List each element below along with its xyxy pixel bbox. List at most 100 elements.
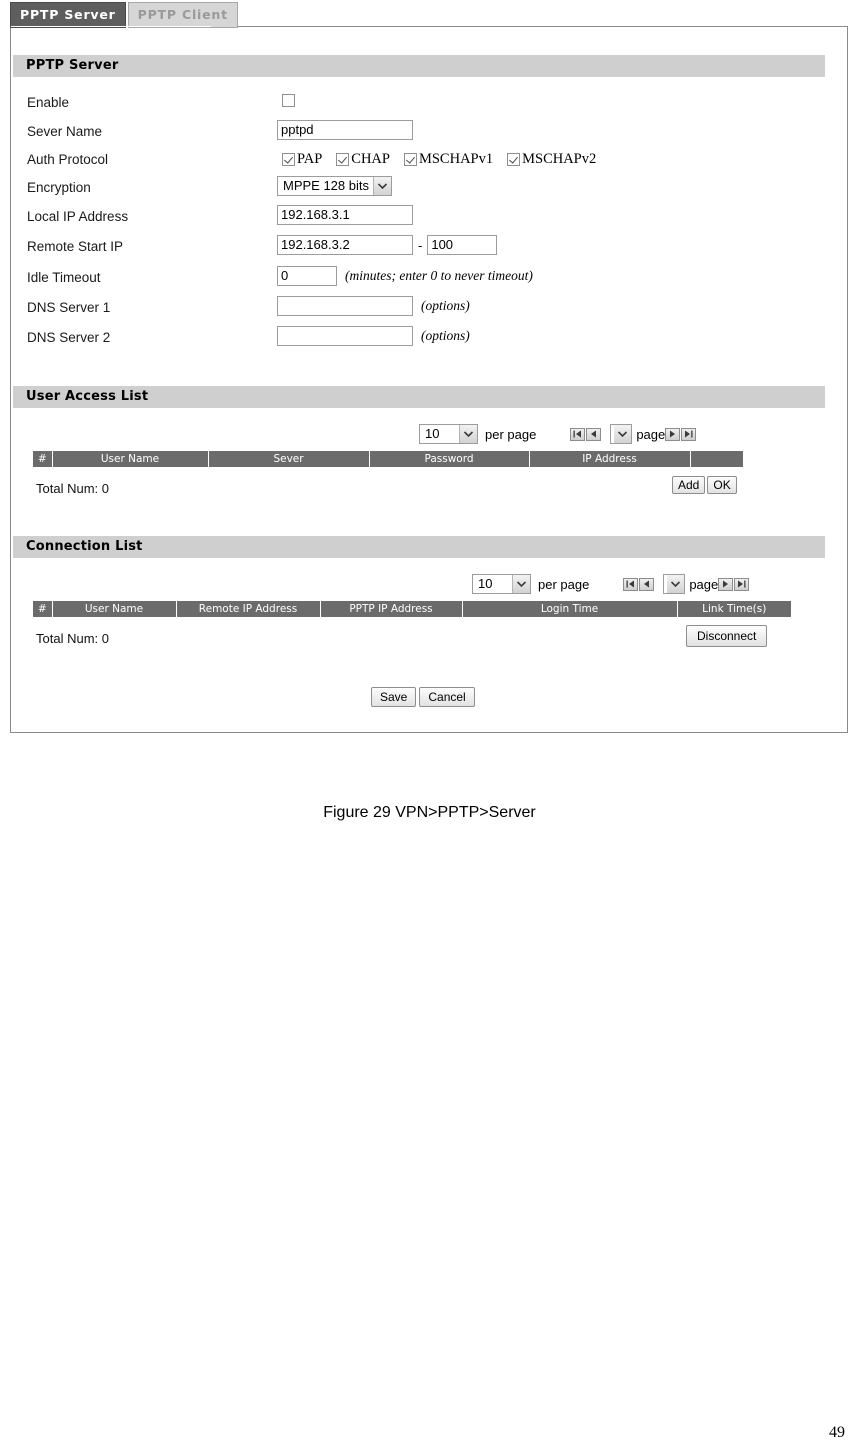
user-access-total-num: Total Num: 0 <box>36 481 109 496</box>
mschapv1-checkbox[interactable] <box>403 153 417 166</box>
section-header-pptp-server: PPTP Server <box>13 55 825 77</box>
label-auth-protocol: Auth Protocol <box>27 152 109 167</box>
col-ip-address: IP Address <box>529 451 691 467</box>
field-encryption: MPPE 128 bits <box>277 176 392 196</box>
auth-option-chap[interactable]: CHAP <box>336 151 390 168</box>
chevron-down-icon <box>614 425 632 443</box>
first-page-icon[interactable] <box>623 577 639 591</box>
col-actions <box>690 451 743 467</box>
chap-checkbox[interactable] <box>336 153 350 166</box>
col-sever: Sever <box>208 451 370 467</box>
connection-per-page-select[interactable]: 10 <box>472 574 531 594</box>
user-access-list-actions: Add OK <box>672 476 737 494</box>
auth-option-mschapv2[interactable]: MSCHAPv2 <box>507 151 596 168</box>
chevron-down-icon <box>459 425 477 443</box>
col-link-time: Link Time(s) <box>677 601 791 617</box>
mschapv2-checkbox[interactable] <box>507 153 521 166</box>
server-name-input[interactable] <box>277 120 413 140</box>
label-encryption: Encryption <box>27 180 91 195</box>
field-dns-server-2: (options) <box>277 326 470 346</box>
auth-option-mschapv1[interactable]: MSCHAPv1 <box>403 151 494 168</box>
user-access-prev-nav <box>570 427 602 441</box>
field-dns-server-1: (options) <box>277 296 470 316</box>
mschapv1-label: MSCHAPv1 <box>418 151 494 167</box>
next-page-icon[interactable] <box>718 577 734 591</box>
idle-timeout-input[interactable] <box>277 266 337 286</box>
dns-server-1-input[interactable] <box>277 296 413 316</box>
field-auth-protocol: PAP CHAP MSCHAPv1 MSCHAPv2 <box>282 151 610 168</box>
next-page-icon[interactable] <box>665 427 681 441</box>
col-index: # <box>33 601 53 617</box>
idle-timeout-hint: (minutes; enter 0 to never timeout) <box>345 268 533 283</box>
encryption-select[interactable]: MPPE 128 bits <box>277 176 392 196</box>
tab-bar: PPTP Server PPTP Client <box>10 2 238 28</box>
remote-end-ip-input[interactable] <box>427 235 498 255</box>
prev-page-icon[interactable] <box>639 577 655 591</box>
pap-label: PAP <box>297 151 323 167</box>
tab-pptp-client-label: PPTP Client <box>137 7 228 22</box>
connection-per-page-value: 10 <box>478 576 493 591</box>
dns-server-2-input[interactable] <box>277 326 413 346</box>
connection-next-nav <box>718 577 750 591</box>
label-local-ip-address: Local IP Address <box>27 209 129 224</box>
remote-start-ip-input[interactable] <box>277 235 413 255</box>
label-dns-server-2: DNS Server 2 <box>27 330 111 345</box>
field-local-ip-address <box>277 205 413 225</box>
col-login-time: Login Time <box>462 601 678 617</box>
chap-label: CHAP <box>351 151 390 167</box>
label-idle-timeout: Idle Timeout <box>27 270 101 285</box>
ok-button[interactable]: OK <box>707 476 737 494</box>
section-header-connection-list-label: Connection List <box>26 539 143 554</box>
user-access-per-page-value: 10 <box>425 426 440 441</box>
user-access-page-select[interactable] <box>610 424 633 444</box>
col-password: Password <box>369 451 530 467</box>
local-ip-address-input[interactable] <box>277 205 413 225</box>
connection-per-page-label: per page <box>538 576 590 592</box>
last-page-icon[interactable] <box>681 427 697 441</box>
field-server-name <box>277 120 413 140</box>
pap-checkbox[interactable] <box>282 153 295 166</box>
page-number: 49 <box>829 1424 845 1441</box>
section-header-user-access-list-label: User Access List <box>26 389 149 404</box>
disconnect-button[interactable]: Disconnect <box>686 625 768 647</box>
save-button[interactable]: Save <box>371 687 417 707</box>
user-access-list-header-row: # User Name Sever Password IP Address <box>33 451 743 467</box>
col-pptp-ip-address: PPTP IP Address <box>320 601 463 617</box>
dns-server-2-hint: (options) <box>421 328 470 343</box>
last-page-icon[interactable] <box>734 577 750 591</box>
auth-option-pap[interactable]: PAP <box>282 151 322 168</box>
connection-page-select[interactable] <box>663 574 686 594</box>
form-actions: Save Cancel <box>371 687 475 707</box>
enable-checkbox[interactable] <box>282 94 295 107</box>
tab-pptp-client[interactable]: PPTP Client <box>127 2 238 28</box>
add-button[interactable]: Add <box>672 476 706 494</box>
col-user-name: User Name <box>52 451 209 467</box>
connection-page-label: page <box>689 576 719 592</box>
connection-list-actions: Disconnect <box>686 625 768 647</box>
label-dns-server-1: DNS Server 1 <box>27 300 111 315</box>
field-remote-start-ip: - <box>277 235 498 255</box>
field-idle-timeout: (minutes; enter 0 to never timeout) <box>277 266 533 286</box>
tab-pptp-server[interactable]: PPTP Server <box>10 2 126 28</box>
field-enable <box>282 94 295 107</box>
label-remote-start-ip: Remote Start IP <box>27 239 124 254</box>
user-access-per-page-select[interactable]: 10 <box>419 424 478 444</box>
prev-page-icon[interactable] <box>586 427 602 441</box>
chevron-down-icon <box>373 177 391 195</box>
section-header-user-access-list: User Access List <box>13 386 825 408</box>
label-server-name: Sever Name <box>27 124 103 139</box>
user-access-per-page-label: per page <box>485 426 537 442</box>
tab-panel-join <box>11 26 211 27</box>
encryption-select-value: MPPE 128 bits <box>283 178 369 193</box>
connection-list-pager: 10 per page page <box>472 574 750 594</box>
tab-pptp-server-label: PPTP Server <box>20 7 116 22</box>
col-index: # <box>33 451 53 467</box>
user-access-next-nav <box>665 427 697 441</box>
col-remote-ip-address: Remote IP Address <box>176 601 321 617</box>
cancel-button[interactable]: Cancel <box>419 687 475 707</box>
connection-list-header-row: # User Name Remote IP Address PPTP IP Ad… <box>33 601 791 617</box>
first-page-icon[interactable] <box>570 427 586 441</box>
section-header-connection-list: Connection List <box>13 536 825 558</box>
remote-ip-range-separator: - <box>418 237 423 253</box>
section-header-pptp-server-label: PPTP Server <box>26 58 119 73</box>
